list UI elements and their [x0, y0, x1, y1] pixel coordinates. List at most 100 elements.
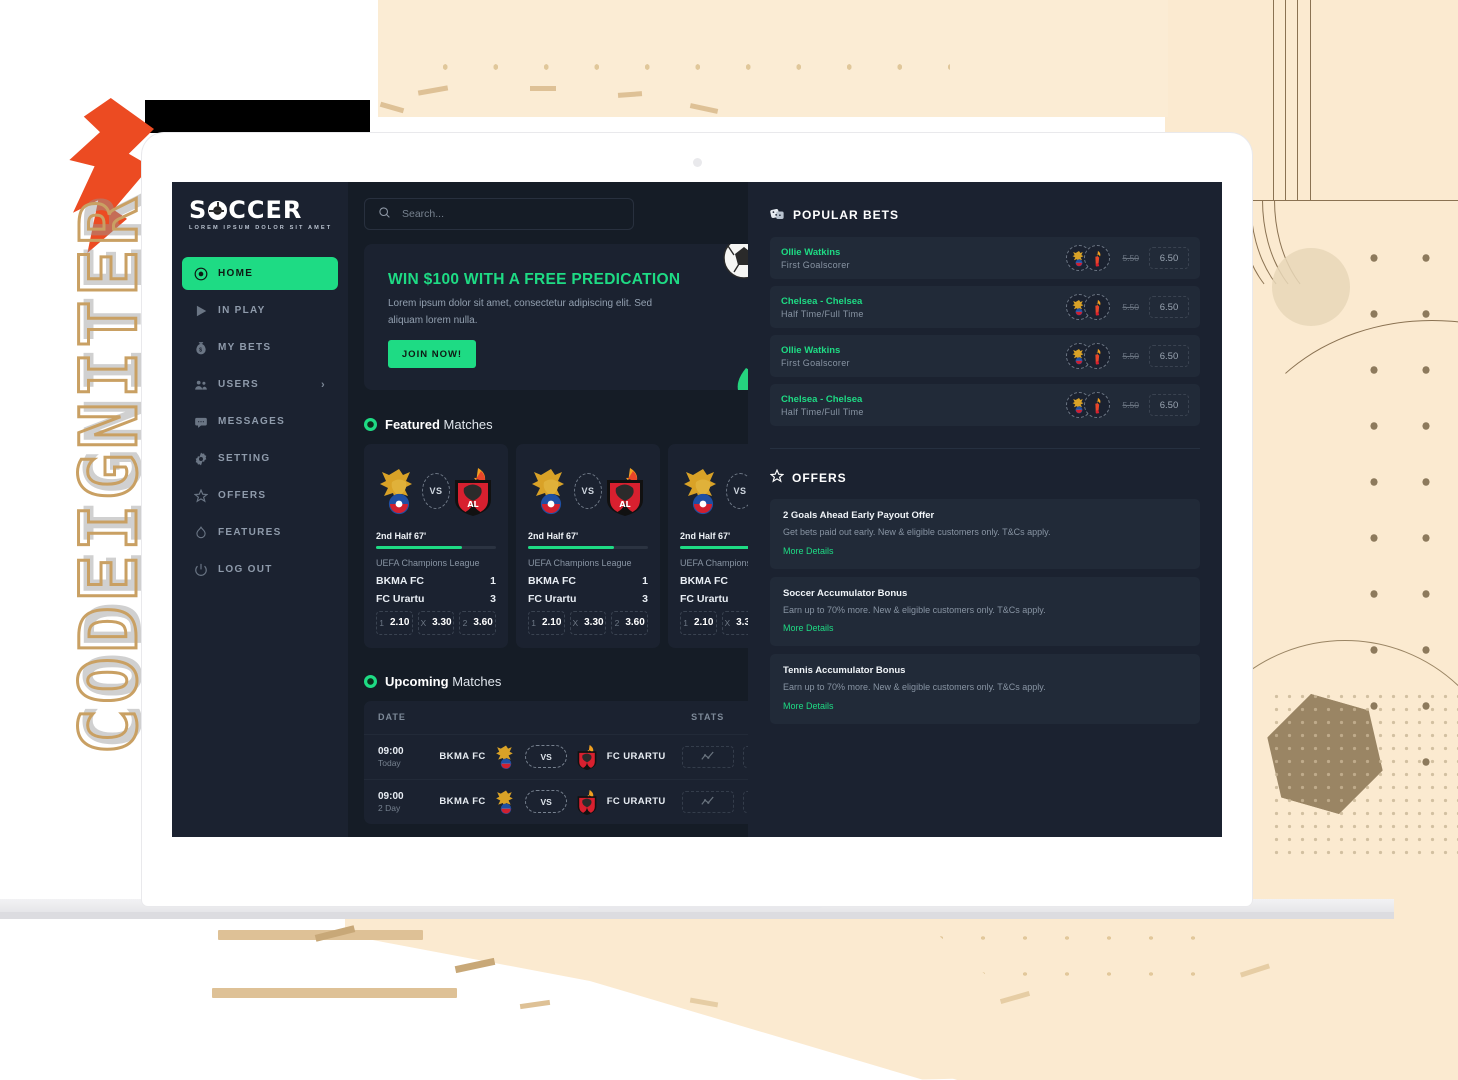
sidebar-item-label: HOME — [218, 268, 254, 279]
away-team-name: FC Urartu — [528, 592, 577, 605]
odds-value: 3.30 — [432, 617, 452, 628]
bet-market: Half Time/Full Time — [781, 406, 864, 417]
odds-key: 2 — [462, 617, 468, 628]
sidebar-item-my-bets[interactable]: $ MY BETS — [182, 331, 338, 364]
away-team-row: FC Urartu 3 — [528, 593, 648, 605]
more-details-link[interactable]: More Details — [783, 623, 834, 633]
match-status: 2nd Half 67' — [528, 531, 579, 541]
col-stats: STATS — [691, 712, 725, 722]
sidebar-item-label: USERS — [218, 379, 259, 390]
home-team-name: BKMA FC — [439, 751, 486, 762]
away-team-row: FC Urartu 3 — [376, 593, 496, 605]
odds-key: 1 — [379, 617, 384, 628]
tan-bar — [212, 988, 457, 998]
popular-bet-row[interactable]: Chelsea - Chelsea Half Time/Full Time 5.… — [770, 384, 1200, 426]
gear-icon — [194, 452, 208, 466]
offer-title: 2 Goals Ahead Early Payout Offer — [783, 510, 935, 521]
sidebar-item-features[interactable]: FEATURES — [182, 516, 338, 549]
match-time: 09:00 — [378, 790, 404, 802]
home-team-name: BKMA FC — [528, 574, 577, 587]
bet-market: First Goalscorer — [781, 357, 850, 368]
odds-value: 2.10 — [389, 617, 410, 628]
odds-button-2[interactable]: 23.60 — [611, 610, 649, 635]
soccer-ball-icon — [208, 200, 228, 220]
sidebar-item-home[interactable]: HOME — [182, 257, 338, 290]
more-details-link[interactable]: More Details — [783, 701, 834, 711]
popular-bet-row[interactable]: Chelsea - Chelsea Half Time/Full Time 5.… — [770, 286, 1200, 328]
odds-button-2[interactable]: 23.60 — [459, 610, 497, 635]
dot-grid-right-small — [1270, 690, 1458, 860]
new-odds-button[interactable]: 6.50 — [1149, 394, 1189, 416]
svg-text:$: $ — [199, 347, 203, 353]
offer-card[interactable]: Soccer Accumulator Bonus Earn up to 70% … — [770, 576, 1200, 646]
odds-button-x[interactable]: X 3.30 — [417, 610, 455, 635]
dot-grid-top — [420, 38, 950, 110]
match-league: UEFA Champions League — [528, 557, 632, 568]
panel-divider — [770, 448, 1200, 449]
sidebar-item-offers[interactable]: OFFERS — [182, 479, 338, 512]
vs-cell: VS — [518, 790, 575, 813]
deco-line — [1297, 0, 1299, 200]
sidebar-item-label: MY BETS — [218, 342, 272, 353]
home-team-score: 1 — [642, 574, 648, 587]
bet-info: Chelsea - Chelsea Half Time/Full Time — [781, 296, 864, 319]
dice-icon — [770, 206, 785, 224]
odds-row: 12.10 X3.30 23.60 — [376, 610, 497, 635]
app-logo[interactable]: S CCER LOREM IPSUM DOLOR SIT AMET — [189, 198, 348, 231]
offer-card[interactable]: Tennis Accumulator Bonus Earn up to 70% … — [770, 654, 1200, 724]
popular-bet-row[interactable]: Ollie Watkins First Goalscorer 5.50 6.50 — [770, 335, 1200, 377]
stats-chart-icon[interactable] — [681, 745, 734, 768]
odds-button-1[interactable]: 1 2.10 — [376, 610, 413, 635]
section-title-bold: Upcoming — [385, 673, 449, 689]
match-card-crests: VS AL — [528, 455, 648, 527]
away-team-score: 3 — [490, 592, 496, 605]
old-odds: 5.50 — [1122, 351, 1139, 361]
odds-button-1[interactable]: 1 2.10 — [680, 610, 717, 635]
sidebar-item-users[interactable]: USERS › — [182, 368, 338, 401]
sidebar-item-log-out[interactable]: LOG OUT — [182, 553, 338, 586]
away-team-cell: FC URARTU — [575, 789, 675, 815]
search-input[interactable] — [402, 208, 620, 220]
sidebar-item-setting[interactable]: SETTING — [182, 442, 338, 475]
new-odds-button[interactable]: 6.50 — [1149, 296, 1189, 318]
featured-matches-list: VS AL 2nd Half 67' UEFA Champions League — [364, 444, 812, 648]
offer-card[interactable]: 2 Goals Ahead Early Payout Offer Get bet… — [770, 499, 1200, 569]
away-team-name: FC URARTU — [606, 796, 666, 807]
section-title: Upcoming Matches — [385, 674, 501, 689]
old-odds: 5.50 — [1122, 302, 1139, 312]
sidebar-item-in-play[interactable]: IN PLAY — [182, 294, 338, 327]
home-team-crest-icon — [532, 469, 564, 515]
away-team-cell: FC URARTU — [575, 744, 675, 770]
soccer-ball-icon — [194, 267, 208, 281]
more-details-link[interactable]: More Details — [783, 546, 834, 556]
sidebar-item-label: IN PLAY — [218, 305, 266, 316]
match-datetime: 09:00 2 Day — [378, 791, 427, 813]
odds-button-1[interactable]: 1 2.10 — [528, 610, 565, 635]
sidebar-item-label: FEATURES — [218, 527, 282, 538]
vs-badge: VS — [422, 473, 450, 509]
match-status: 2nd Half 67' — [376, 531, 427, 541]
stats-chart-icon[interactable] — [681, 790, 734, 813]
home-team-score: 1 — [490, 574, 496, 587]
odds-key: 2 — [614, 617, 620, 628]
new-odds-button[interactable]: 6.50 — [1149, 345, 1189, 367]
popular-bet-row[interactable]: Ollie Watkins First Goalscorer 5.50 6.50 — [770, 237, 1200, 279]
right-panel: POPULAR BETS Ollie Watkins First Goalsco… — [748, 182, 1222, 837]
chevron-right-icon: › — [321, 378, 326, 391]
home-team-name: BKMA FC — [439, 796, 486, 807]
bet-name: Ollie Watkins — [781, 344, 841, 356]
search-bar[interactable] — [364, 198, 634, 230]
match-time: 09:00 — [378, 745, 404, 757]
new-odds-button[interactable]: 6.50 — [1149, 247, 1189, 269]
popular-bets-title: POPULAR BETS — [793, 208, 900, 222]
match-progress-bar — [376, 546, 496, 549]
bet-info: Ollie Watkins First Goalscorer — [781, 247, 850, 270]
away-team-crest-icon: AL — [455, 468, 491, 516]
match-card-crests: VS AL — [376, 455, 496, 527]
join-now-button[interactable]: JOIN NOW! — [388, 340, 476, 368]
match-card[interactable]: VS AL 2nd Half 67' UEFA Champions League — [364, 444, 508, 648]
users-icon — [194, 378, 208, 392]
sidebar-item-messages[interactable]: MESSAGES — [182, 405, 338, 438]
odds-button-x[interactable]: X 3.30 — [569, 610, 607, 635]
match-card[interactable]: VS AL 2nd Half 67' UEFA Champions League — [516, 444, 660, 648]
